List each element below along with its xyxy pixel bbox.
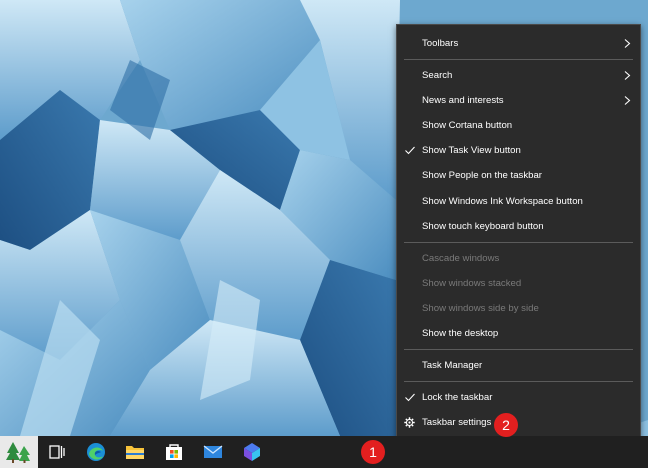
menu-item-task-manager[interactable]: Task Manager	[397, 353, 640, 378]
menu-item-label: Show People on the taskbar	[422, 170, 543, 182]
chevron-right-icon	[624, 39, 631, 48]
menu-item-label: Lock the taskbar	[422, 392, 493, 404]
menu-item-show-the-desktop[interactable]: Show the desktop	[397, 321, 640, 346]
taskbar-button-task-view[interactable]	[38, 436, 76, 468]
menu-item-cascade-windows: Cascade windows	[397, 246, 640, 271]
menu-item-show-windows-side-by-side: Show windows side by side	[397, 296, 640, 321]
taskbar-button-photos[interactable]	[233, 436, 271, 468]
menu-item-label: Show the desktop	[422, 328, 499, 340]
menu-separator	[404, 349, 633, 351]
menu-item-show-windows-stacked: Show windows stacked	[397, 271, 640, 296]
menu-separator	[404, 59, 633, 61]
menu-item-label: Show windows side by side	[422, 302, 539, 314]
menu-item-label: Task Manager	[422, 360, 483, 372]
taskbar-button-file-explorer[interactable]	[116, 436, 154, 468]
chevron-right-icon	[624, 96, 631, 106]
file-explorer-icon	[126, 446, 144, 459]
task-view-icon	[49, 445, 65, 459]
chevron-right-icon	[624, 71, 631, 81]
menu-item-label: Show windows stacked	[422, 277, 522, 289]
callout-badge-2: 2	[494, 413, 518, 437]
menu-item-search[interactable]: Search	[397, 63, 640, 88]
taskbar-button-microsoft-store[interactable]	[155, 436, 193, 468]
menu-item-toolbars[interactable]: Toolbars	[397, 31, 640, 56]
desktop-tree-icon	[6, 442, 30, 463]
menu-item-show-windows-ink[interactable]: Show Windows Ink Workspace button	[397, 189, 640, 214]
edge-icon	[87, 443, 105, 461]
menu-item-label: Show touch keyboard button	[422, 220, 544, 232]
menu-item-label: Toolbars	[422, 38, 459, 49]
taskbar-button-edge[interactable]	[77, 436, 115, 468]
taskbar[interactable]	[0, 436, 648, 468]
menu-separator	[404, 241, 633, 243]
callout-badge-1: 1	[361, 440, 385, 464]
taskbar-context-menu: Toolbars Search News and interests Show …	[396, 24, 641, 442]
menu-item-show-touch-keyboard[interactable]: Show touch keyboard button	[397, 214, 640, 239]
checkmark-icon	[405, 393, 415, 402]
taskbar-button-desktop[interactable]	[0, 436, 38, 468]
photos-app-icon	[244, 443, 260, 461]
menu-item-label: Show Cortana button	[422, 120, 513, 132]
menu-item-show-task-view-button[interactable]: Show Task View button	[397, 138, 640, 163]
menu-item-show-cortana-button[interactable]: Show Cortana button	[397, 113, 640, 138]
menu-item-taskbar-settings[interactable]: Taskbar settings	[397, 410, 640, 435]
menu-item-news-and-interests[interactable]: News and interests	[397, 88, 640, 113]
menu-item-label: Taskbar settings	[422, 417, 492, 429]
checkmark-icon	[405, 147, 415, 155]
menu-item-lock-the-taskbar[interactable]: Lock the taskbar	[397, 385, 640, 410]
menu-item-label: Show Task View button	[422, 145, 521, 157]
menu-separator	[404, 381, 633, 383]
taskbar-button-mail[interactable]	[194, 436, 232, 468]
menu-item-label: Cascade windows	[422, 252, 500, 264]
gear-icon	[404, 417, 415, 429]
menu-item-show-people[interactable]: Show People on the taskbar	[397, 163, 640, 188]
menu-item-label: Search	[422, 70, 453, 82]
menu-item-label: Show Windows Ink Workspace button	[422, 195, 583, 207]
menu-item-label: News and interests	[422, 95, 504, 107]
mail-icon	[203, 445, 223, 458]
microsoft-store-icon	[166, 444, 182, 460]
